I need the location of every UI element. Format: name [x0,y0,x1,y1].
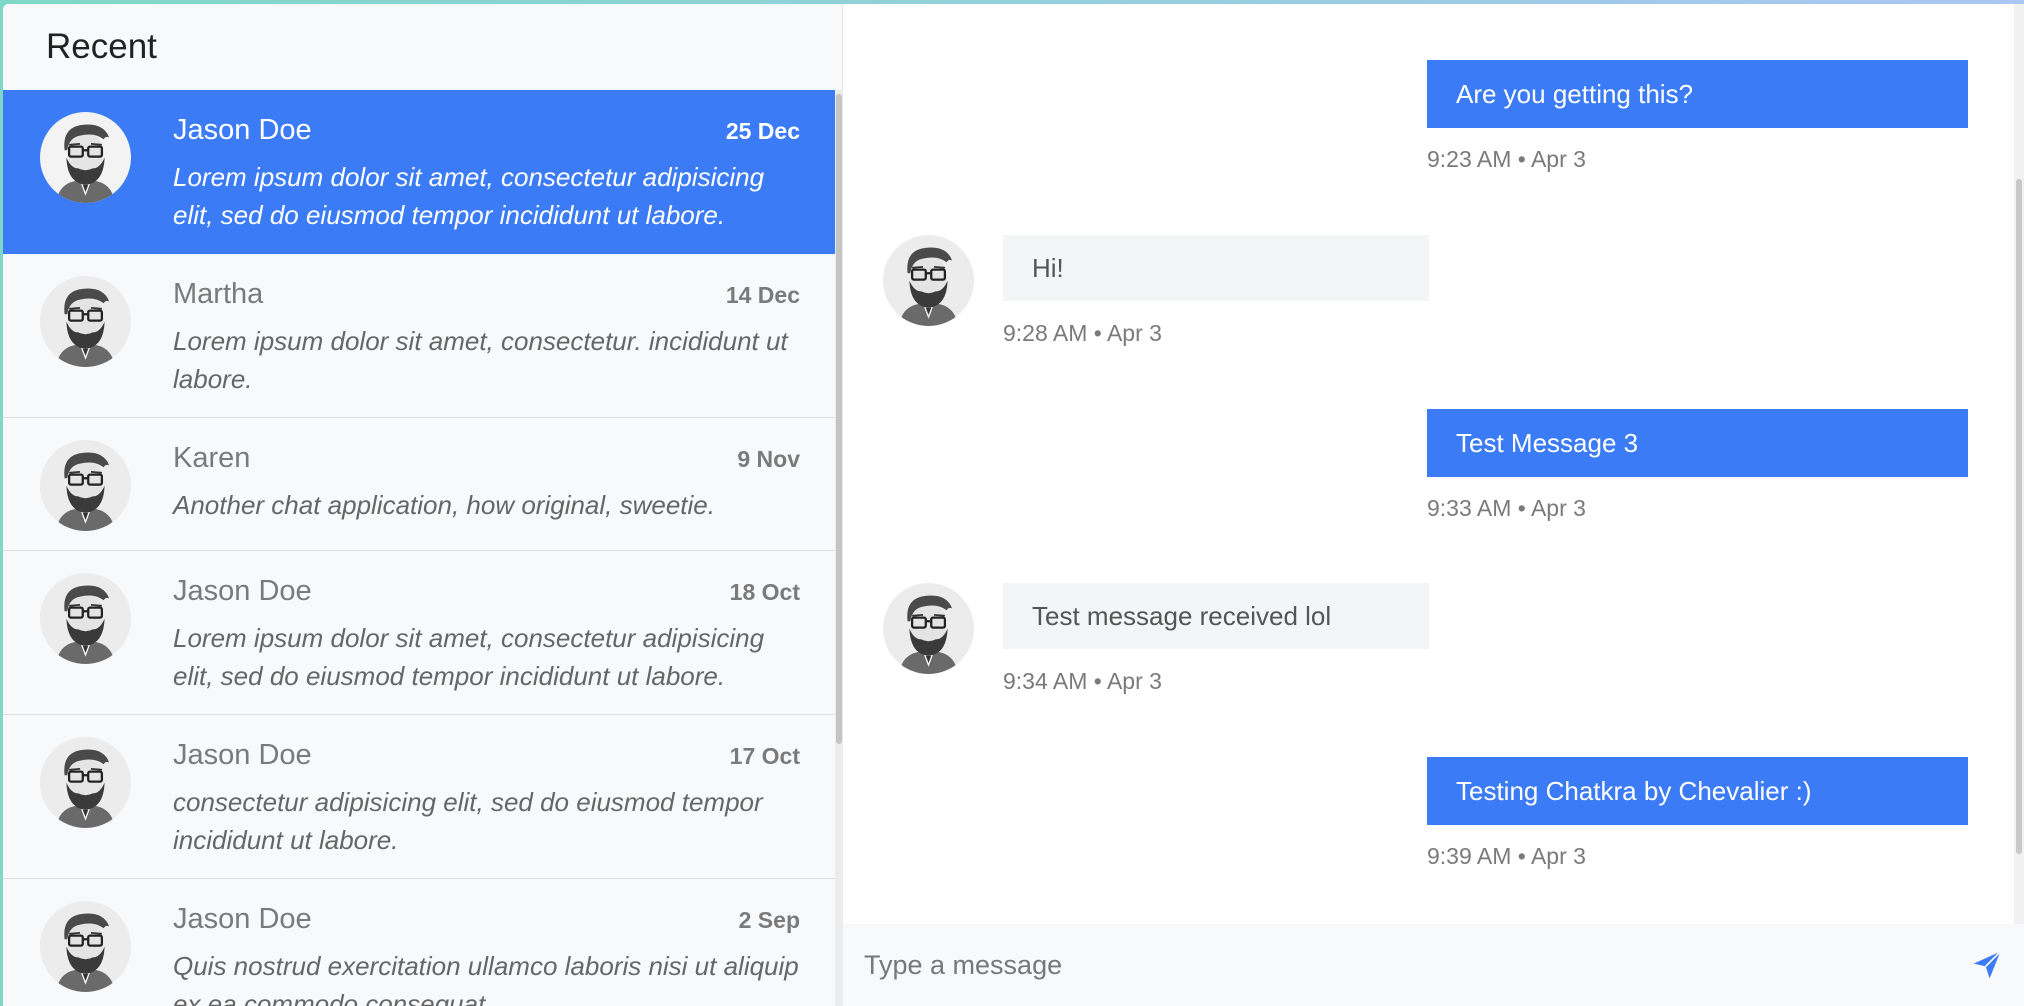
conversation-date: 18 Oct [729,579,800,605]
message-timestamp: 9:39 AM • Apr 3 [1427,843,1586,869]
conversations-sidebar: Recent Jason Doe 25 Dec Lorem ipsum dolo… [3,4,843,1006]
conversation-date: 9 Nov [737,446,800,472]
conversation-preview: Lorem ipsum dolor sit amet, consectetur … [173,162,765,230]
message-timestamp: 9:28 AM • Apr 3 [1003,320,1162,346]
message-composer [843,924,2024,1006]
message-input[interactable] [843,924,1953,1006]
avatar-icon [40,440,131,531]
conversation-item[interactable]: Jason Doe 18 Oct Lorem ipsum dolor sit a… [3,551,835,715]
conversation-preview: Quis nostrud exercitation ullamco labori… [173,951,799,1006]
chat-panel: Are you getting this? 9:23 AM • Apr 3 Hi… [843,4,2024,1006]
conversation-preview: Another chat application, how original, … [173,490,715,520]
message-timestamp: 9:33 AM • Apr 3 [1427,495,1586,521]
send-button[interactable] [1964,942,2010,988]
conversation-date: 17 Oct [729,743,800,769]
conversation-date: 25 Dec [725,118,800,144]
conversation-name: Karen [173,442,251,474]
message-bubble: Hi! [1003,235,1429,301]
conversation-item[interactable]: Jason Doe 25 Dec Lorem ipsum dolor sit a… [3,90,835,254]
sidebar-scrollbar[interactable] [835,90,843,1006]
message-bubble: Are you getting this? [1427,60,1968,128]
conversation-preview: consectetur adipisicing elit, sed do eiu… [173,787,763,855]
conversation-name: Jason Doe [173,114,312,146]
sidebar-scroll-thumb[interactable] [836,94,842,744]
conversation-name: Martha [173,278,264,310]
avatar-icon [40,112,131,203]
message-bubble: Testing Chatkra by Chevalier :) [1427,757,1968,825]
conversation-date: 2 Sep [738,907,800,933]
message-timestamp: 9:23 AM • Apr 3 [1427,146,1586,172]
conversation-date: 14 Dec [725,282,800,308]
chat-scroll-thumb[interactable] [2016,179,2022,854]
conversation-item[interactable]: Jason Doe 17 Oct consectetur adipisicing… [3,715,835,879]
conversation-item[interactable]: Karen 9 Nov Another chat application, ho… [3,418,835,551]
conversation-name: Jason Doe [173,739,312,771]
conversation-name: Jason Doe [173,903,312,935]
send-icon [1973,951,2001,979]
conversation-preview: Lorem ipsum dolor sit amet, consectetur.… [173,326,788,394]
avatar-icon [40,737,131,828]
avatar-icon [40,276,131,367]
conversation-item[interactable]: Jason Doe 2 Sep Quis nostrud exercitatio… [3,879,835,1006]
avatar-icon [40,901,131,992]
conversation-list: Jason Doe 25 Dec Lorem ipsum dolor sit a… [3,90,835,1006]
conversation-item[interactable]: Martha 14 Dec Lorem ipsum dolor sit amet… [3,254,835,418]
conversation-name: Jason Doe [173,575,312,607]
sidebar-title: Recent [3,4,842,90]
chat-app: Recent Jason Doe 25 Dec Lorem ipsum dolo… [3,4,2024,1006]
conversation-preview: Lorem ipsum dolor sit amet, consectetur … [173,623,765,691]
avatar-icon [883,235,974,326]
message-timestamp: 9:34 AM • Apr 3 [1003,668,1162,694]
message-bubble: Test message received lol [1003,583,1429,649]
chat-scrollbar[interactable] [2014,4,2024,924]
avatar-icon [40,573,131,664]
message-bubble: Test Message 3 [1427,409,1968,477]
avatar-icon [883,583,974,674]
